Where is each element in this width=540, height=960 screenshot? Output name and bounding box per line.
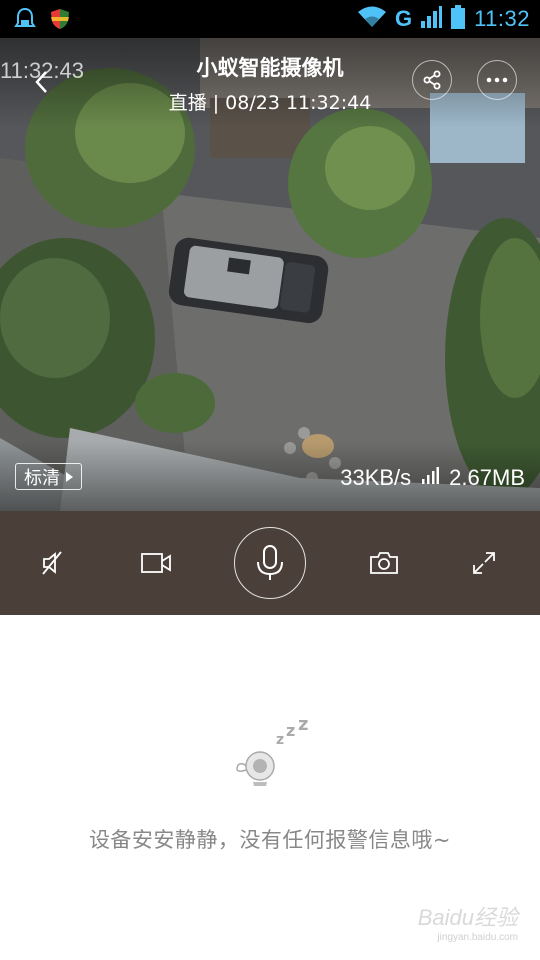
record-button[interactable] bbox=[116, 511, 196, 615]
status-bar: G 11:32 bbox=[0, 0, 540, 38]
play-triangle-icon bbox=[66, 471, 73, 482]
fullscreen-icon bbox=[473, 552, 495, 574]
shield-icon bbox=[50, 8, 70, 34]
baidu-watermark: Baidu经验 jingyan.baidu.com bbox=[418, 900, 518, 943]
signal-strength-icon bbox=[421, 465, 440, 491]
svg-text:z: z bbox=[298, 718, 308, 735]
page-title: 小蚁智能摄像机 bbox=[196, 56, 344, 80]
share-icon bbox=[423, 70, 441, 90]
empty-state-message: 设备安安静静，没有任何报警信息哦~ bbox=[88, 828, 452, 852]
bitrate: 33KB/s bbox=[340, 465, 412, 490]
wifi-icon bbox=[357, 5, 387, 33]
watermark-url: jingyan.baidu.com bbox=[437, 932, 518, 943]
watermark-brand: Baidu经验 bbox=[417, 905, 518, 930]
mute-icon bbox=[42, 551, 62, 575]
notification-icon bbox=[14, 7, 36, 35]
microphone-icon bbox=[257, 545, 283, 580]
sleeping-camera-illustration: z z z bbox=[228, 714, 313, 797]
talk-button[interactable] bbox=[234, 527, 306, 599]
more-options-button[interactable] bbox=[477, 60, 517, 100]
quality-label: 标清 bbox=[24, 467, 60, 489]
svg-text:z: z bbox=[276, 732, 284, 748]
camera-icon bbox=[370, 552, 398, 574]
signal-icon bbox=[420, 5, 443, 33]
record-video-icon bbox=[141, 553, 171, 573]
network-type: G bbox=[394, 6, 413, 31]
snapshot-button[interactable] bbox=[344, 511, 424, 615]
battery-icon bbox=[450, 4, 466, 34]
clock: 11:32 bbox=[474, 6, 530, 31]
quality-selector[interactable]: 标清 bbox=[15, 463, 82, 490]
live-status: 直播 | 08/23 11:32:44 bbox=[168, 92, 372, 114]
share-button[interactable] bbox=[412, 60, 452, 100]
stream-stats: 33KB/s 2.67MB bbox=[340, 465, 525, 491]
live-video-view[interactable]: 11:32:43 小蚁智能摄像机 直播 | 08/23 11:32:44 标清 … bbox=[0, 38, 540, 511]
more-icon bbox=[486, 77, 508, 83]
mute-button[interactable] bbox=[13, 511, 93, 615]
sleeping-camera-icon: z z z bbox=[236, 714, 308, 786]
control-bar bbox=[0, 511, 540, 615]
data-used: 2.67MB bbox=[449, 465, 525, 490]
svg-text:z: z bbox=[286, 721, 295, 740]
fullscreen-button[interactable] bbox=[444, 511, 524, 615]
